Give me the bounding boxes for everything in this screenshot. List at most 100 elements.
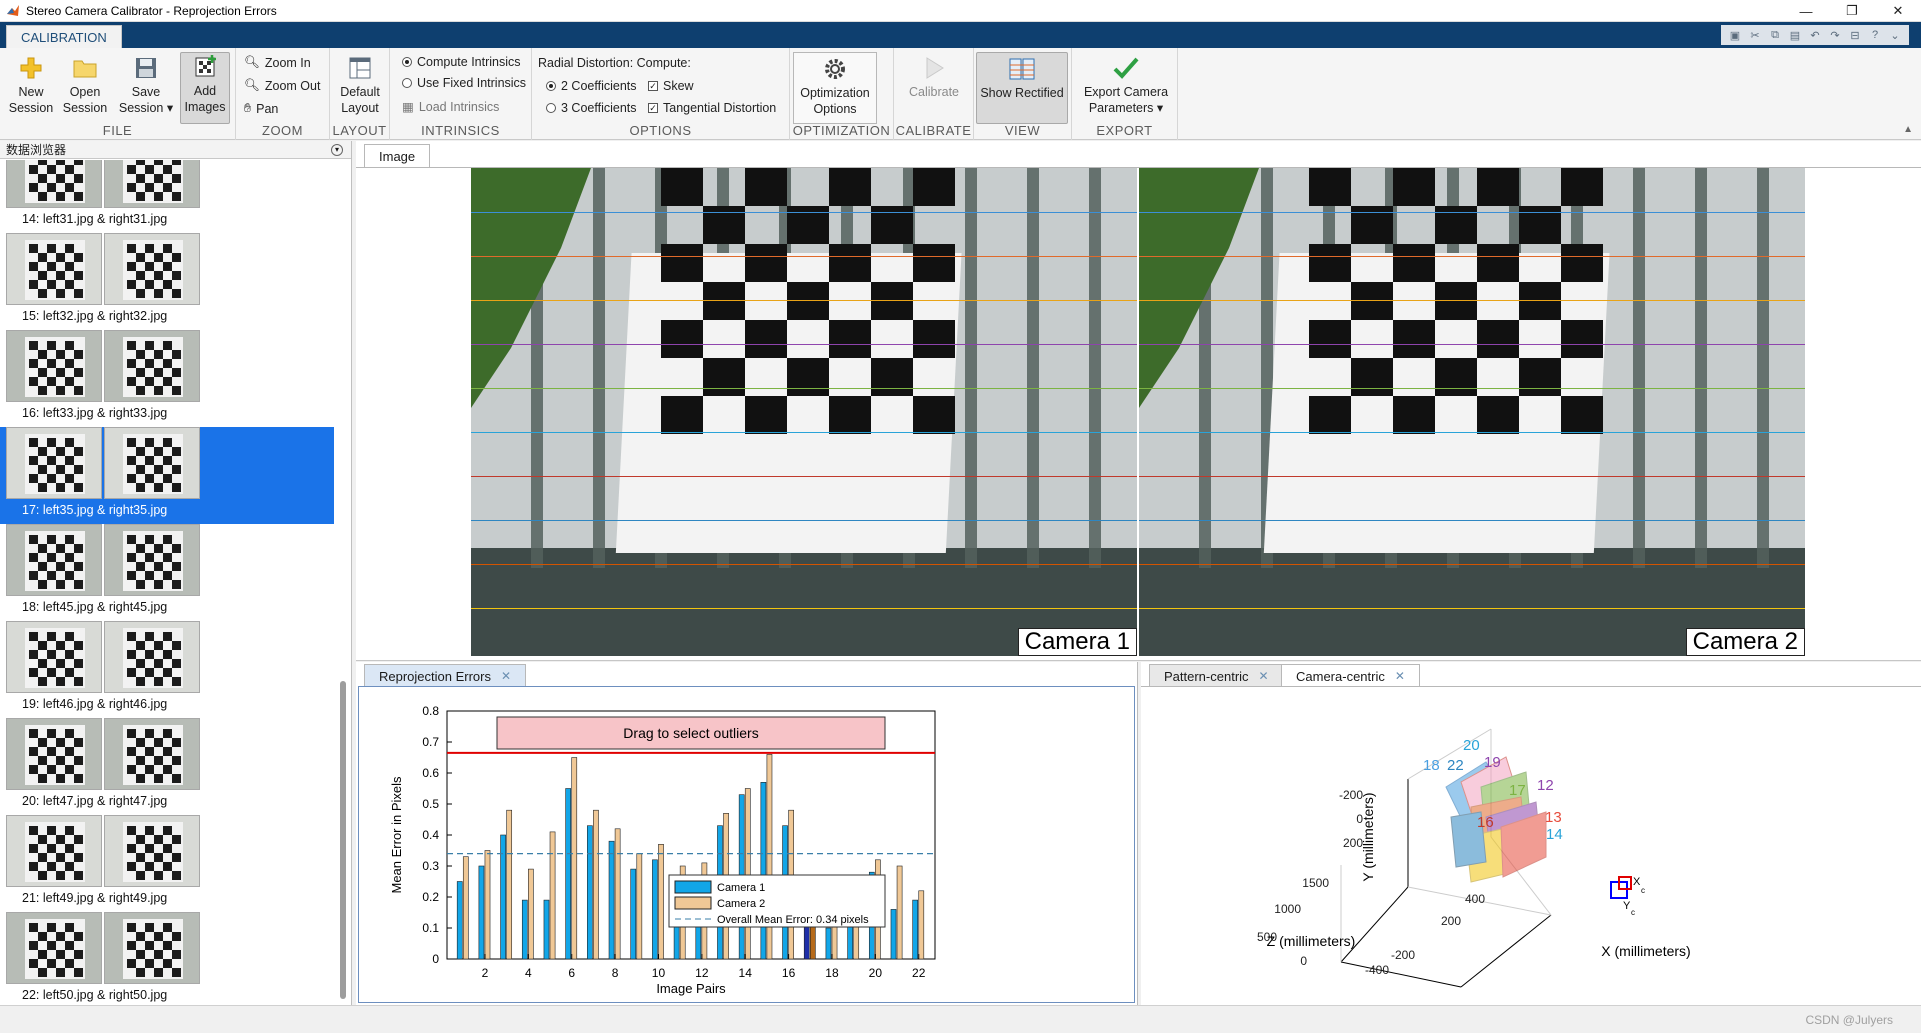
save-icon[interactable]: ▣	[1727, 28, 1743, 42]
image-pair-item[interactable]: 17: left35.jpg & right35.jpg	[0, 427, 334, 524]
tab-image[interactable]: Image	[364, 144, 431, 167]
bar-camera2	[528, 868, 534, 960]
image-pair-label: 14: left31.jpg & right31.jpg	[22, 212, 168, 226]
add-images-button[interactable]: Add Images	[180, 52, 230, 124]
minimize-button[interactable]: —	[1783, 0, 1829, 22]
right-thumbnail	[104, 330, 200, 402]
bar-camera1	[825, 927, 832, 960]
image-pair-label: 21: left49.jpg & right49.jpg	[22, 891, 168, 905]
y-tick-label: 0	[432, 952, 439, 966]
bar-camera1	[912, 899, 919, 960]
x-tick-label: 16	[782, 966, 796, 980]
camera-1-view[interactable]: Camera 1	[471, 168, 1137, 656]
left-thumbnail	[6, 233, 102, 305]
group-label-layout: LAYOUT	[332, 123, 387, 138]
data-browser-header: 数据浏览器 ▾	[0, 141, 351, 159]
collapse-icon[interactable]: ▾	[331, 143, 343, 156]
image-pair-item[interactable]: 19: left46.jpg & right46.jpg	[0, 621, 334, 718]
image-pair-item[interactable]: 15: left32.jpg & right32.jpg	[0, 233, 334, 330]
redo-icon[interactable]: ↷	[1827, 28, 1843, 42]
show-rectified-button[interactable]: Show Rectified	[976, 52, 1068, 124]
new-session-button[interactable]: New Session	[6, 54, 56, 116]
cut-icon[interactable]: ✂	[1747, 28, 1763, 42]
tab-pattern-centric[interactable]: Pattern-centric ✕	[1149, 664, 1284, 687]
tab-calibration[interactable]: CALIBRATION	[6, 25, 122, 48]
plane-label: 16	[1477, 814, 1494, 831]
image-pair-item[interactable]: 14: left31.jpg & right31.jpg	[0, 160, 334, 233]
rectified-view-icon	[1008, 55, 1036, 83]
image-pair-label: 19: left46.jpg & right46.jpg	[22, 697, 168, 711]
three-coefficients-radio[interactable]: 3 Coefficients	[546, 101, 637, 115]
undo-icon[interactable]: ↶	[1807, 28, 1823, 42]
tangential-distortion-checkbox[interactable]: ✓ Tangential Distortion	[648, 101, 776, 115]
skew-checkbox[interactable]: ✓ Skew	[648, 79, 694, 93]
reprojection-error-chart[interactable]: Drag to select outliers 0 0.1 0.2 0.3 0.4 0.5 0…	[359, 687, 1135, 1002]
ribbon-menu-icon[interactable]: ⌄	[1887, 28, 1903, 42]
group-label-options: OPTIONS	[629, 123, 692, 138]
close-tab-icon[interactable]: ✕	[501, 669, 511, 683]
export-camera-parameters-button[interactable]: Export Camera Parameters ▾	[1080, 54, 1172, 116]
image-pair-item[interactable]: 16: left33.jpg & right33.jpg	[0, 330, 334, 427]
bar-camera1	[456, 881, 463, 960]
group-calibrate: Calibrate CALIBRATE	[894, 48, 974, 140]
calibrate-button[interactable]: Calibrate	[900, 54, 968, 100]
epipolar-line	[471, 608, 1137, 609]
tab-camera-centric[interactable]: Camera-centric ✕	[1281, 664, 1420, 687]
scrollbar-thumb[interactable]	[340, 681, 346, 999]
close-button[interactable]: ✕	[1875, 0, 1921, 22]
pan-button[interactable]: ✋︎ Pan	[244, 101, 278, 116]
close-tab-icon[interactable]: ✕	[1395, 669, 1405, 683]
open-session-button[interactable]: Open Session	[60, 54, 110, 116]
y-tick-label: 0.5	[422, 797, 439, 811]
help-icon[interactable]: ?	[1867, 28, 1883, 42]
switch-window-icon[interactable]: ⊟	[1847, 28, 1863, 42]
load-intrinsics-button[interactable]: ▦ Load Intrinsics	[402, 99, 499, 115]
epipolar-line	[1139, 432, 1805, 433]
epipolar-line	[1139, 388, 1805, 389]
svg-text:-200: -200	[1391, 948, 1415, 962]
y-axis-label: Y (millimeters)	[1360, 792, 1376, 881]
close-tab-icon[interactable]: ✕	[1259, 669, 1269, 683]
tab-reprojection-errors[interactable]: Reprojection Errors ✕	[364, 664, 527, 687]
epipolar-line	[471, 344, 1137, 345]
copy-icon[interactable]: ⧉	[1767, 28, 1783, 42]
scrollbar[interactable]	[338, 161, 348, 1001]
y-tick-label: 0.7	[422, 735, 439, 749]
optimization-options-button[interactable]: Optimization Options	[793, 52, 877, 124]
save-session-button[interactable]: Save Session ▾	[118, 54, 174, 116]
compute-intrinsics-radio[interactable]: Compute Intrinsics	[402, 55, 521, 69]
bar-camera2	[918, 890, 925, 960]
svg-text:-400: -400	[1365, 963, 1389, 977]
rectified-scene	[1139, 168, 1805, 656]
bar-camera1	[760, 782, 767, 960]
group-layout: Default Layout LAYOUT	[330, 48, 390, 140]
image-pair-item[interactable]: 20: left47.jpg & right47.jpg	[0, 718, 334, 815]
camera-2-view[interactable]: Camera 2	[1139, 168, 1805, 656]
drag-outlier-label: Drag to select outliers	[623, 725, 758, 741]
use-fixed-intrinsics-radio[interactable]: Use Fixed Intrinsics	[402, 76, 526, 90]
two-coefficients-radio[interactable]: 2 Coefficients	[546, 79, 637, 93]
image-pair-item[interactable]: 18: left45.jpg & right45.jpg	[0, 524, 334, 621]
paste-icon[interactable]: ▤	[1787, 28, 1803, 42]
zoom-out-button[interactable]: 🔍︎ Zoom Out	[244, 78, 320, 93]
left-thumbnail	[6, 718, 102, 790]
window-title: Stereo Camera Calibrator - Reprojection …	[26, 3, 277, 18]
plane-label: 22	[1447, 757, 1464, 774]
plane-label: 12	[1537, 777, 1554, 794]
left-thumbnail	[6, 330, 102, 402]
image-pair-item[interactable]: 22: left50.jpg & right50.jpg	[0, 912, 334, 1005]
collapse-ribbon-icon[interactable]: ▲	[1903, 124, 1913, 135]
image-pair-item[interactable]: 21: left49.jpg & right49.jpg	[0, 815, 334, 912]
load-icon: ▦	[402, 100, 414, 114]
layout-icon	[346, 54, 374, 82]
x-tick-label: 18	[825, 966, 839, 980]
zoom-in-button[interactable]: 🔍︎ Zoom In	[244, 55, 311, 70]
x-axis-label: Image Pairs	[656, 981, 726, 996]
maximize-button[interactable]: ❐	[1829, 0, 1875, 22]
default-layout-button[interactable]: Default Layout	[334, 54, 386, 116]
epipolar-line	[1139, 256, 1805, 257]
data-browser-title: 数据浏览器	[6, 143, 67, 157]
group-view: Show Rectified VIEW	[974, 48, 1072, 140]
x-tick-label: 4	[525, 966, 532, 980]
extrinsics-3d-plot[interactable]: 20 18 22 19 17 12 16 13 14 X Y c c -200 …	[1141, 687, 1921, 1005]
